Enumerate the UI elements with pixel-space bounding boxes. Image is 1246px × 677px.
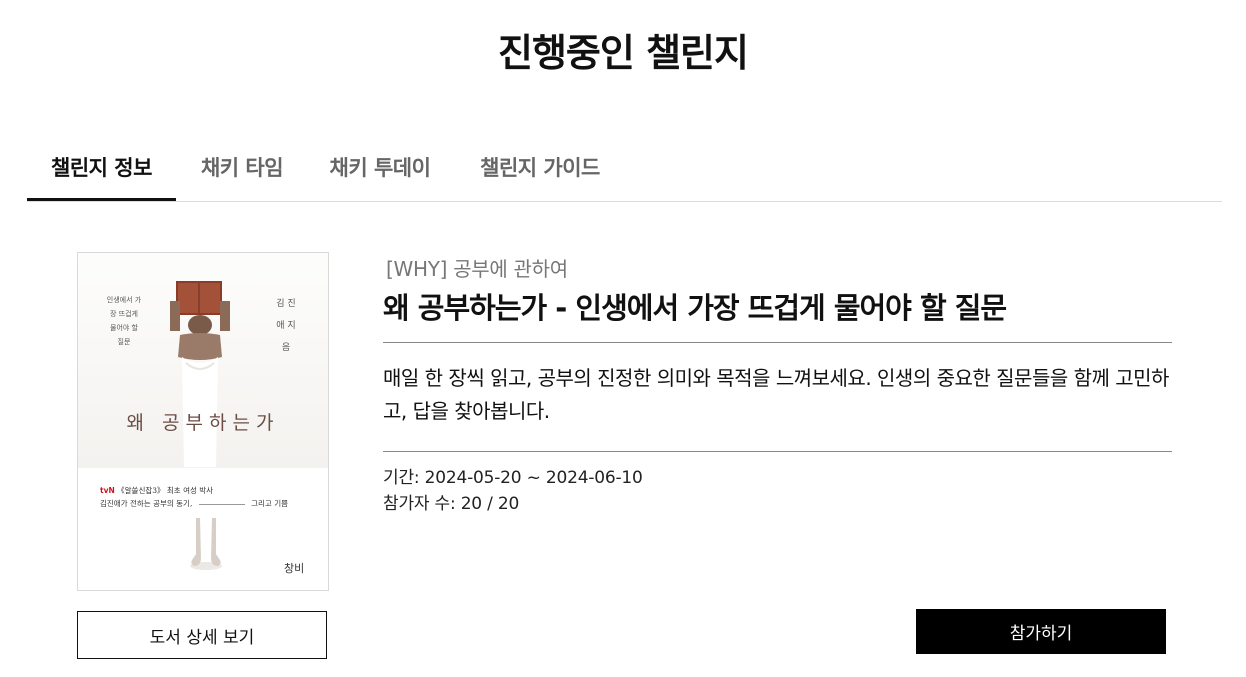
cover-brand: tvN	[100, 486, 115, 495]
challenge-category: [WHY] 공부에 관하여	[386, 257, 568, 281]
cover-feet-illustration	[190, 518, 222, 570]
cover-tag-line2: 김진애가 전하는 공부의 동기,	[100, 499, 193, 508]
book-cover-lower: tvN 《알쓸신잡3》 최초 여성 박사 김진애가 전하는 공부의 동기, 그리…	[78, 468, 328, 590]
cover-figure-illustration	[170, 281, 230, 467]
book-cover: 인생에서 가장 뜨겁게 물어야 할 질문 김 진 애 지음 왜 공부하는가 tv…	[77, 252, 329, 591]
cover-side-text: 인생에서 가장 뜨겁게 물어야 할 질문	[106, 296, 142, 346]
tab-chaeki-today[interactable]: 채키 투데이	[324, 140, 436, 201]
book-cover-upper: 인생에서 가장 뜨겁게 물어야 할 질문 김 진 애 지음 왜 공부하는가	[78, 253, 328, 468]
cover-tagline: tvN 《알쓸신잡3》 최초 여성 박사 김진애가 전하는 공부의 동기, 그리…	[100, 484, 310, 510]
tab-challenge-info[interactable]: 챌린지 정보	[27, 140, 176, 201]
tab-chaeki-time[interactable]: 채키 타임	[196, 140, 288, 201]
cover-tag-divider	[198, 503, 245, 505]
cover-author-text: 김 진 애 지음	[276, 299, 296, 353]
description-divider	[383, 451, 1172, 452]
challenge-tabs: 챌린지 정보 채키 타임 채키 투데이 챌린지 가이드	[27, 140, 1222, 202]
join-challenge-button[interactable]: 참가하기	[916, 609, 1166, 654]
cover-tag-line1: 《알쓸신잡3》 최초 여성 박사	[117, 486, 214, 495]
title-divider	[383, 342, 1172, 343]
publisher-mark: 창비	[284, 562, 305, 575]
book-title: 왜 공부하는가 - 인생에서 가장 뜨겁게 물어야 할 질문	[383, 291, 1007, 325]
challenge-description: 매일 한 장씩 읽고, 공부의 진정한 의미와 목적을 느껴보세요. 인생의 중…	[383, 366, 1169, 423]
participant-count: 참가자 수: 20 / 20	[383, 494, 520, 514]
challenge-period: 기간: 2024-05-20 ~ 2024-06-10	[383, 468, 643, 488]
book-detail-button[interactable]: 도서 상세 보기	[77, 611, 327, 659]
cover-tag-line3: 그리고 기쁨	[251, 499, 289, 508]
cover-title: 왜 공부하는가	[126, 412, 280, 434]
tab-challenge-guide[interactable]: 챌린지 가이드	[473, 140, 607, 201]
page-title: 진행중인 챌린지	[498, 31, 749, 75]
